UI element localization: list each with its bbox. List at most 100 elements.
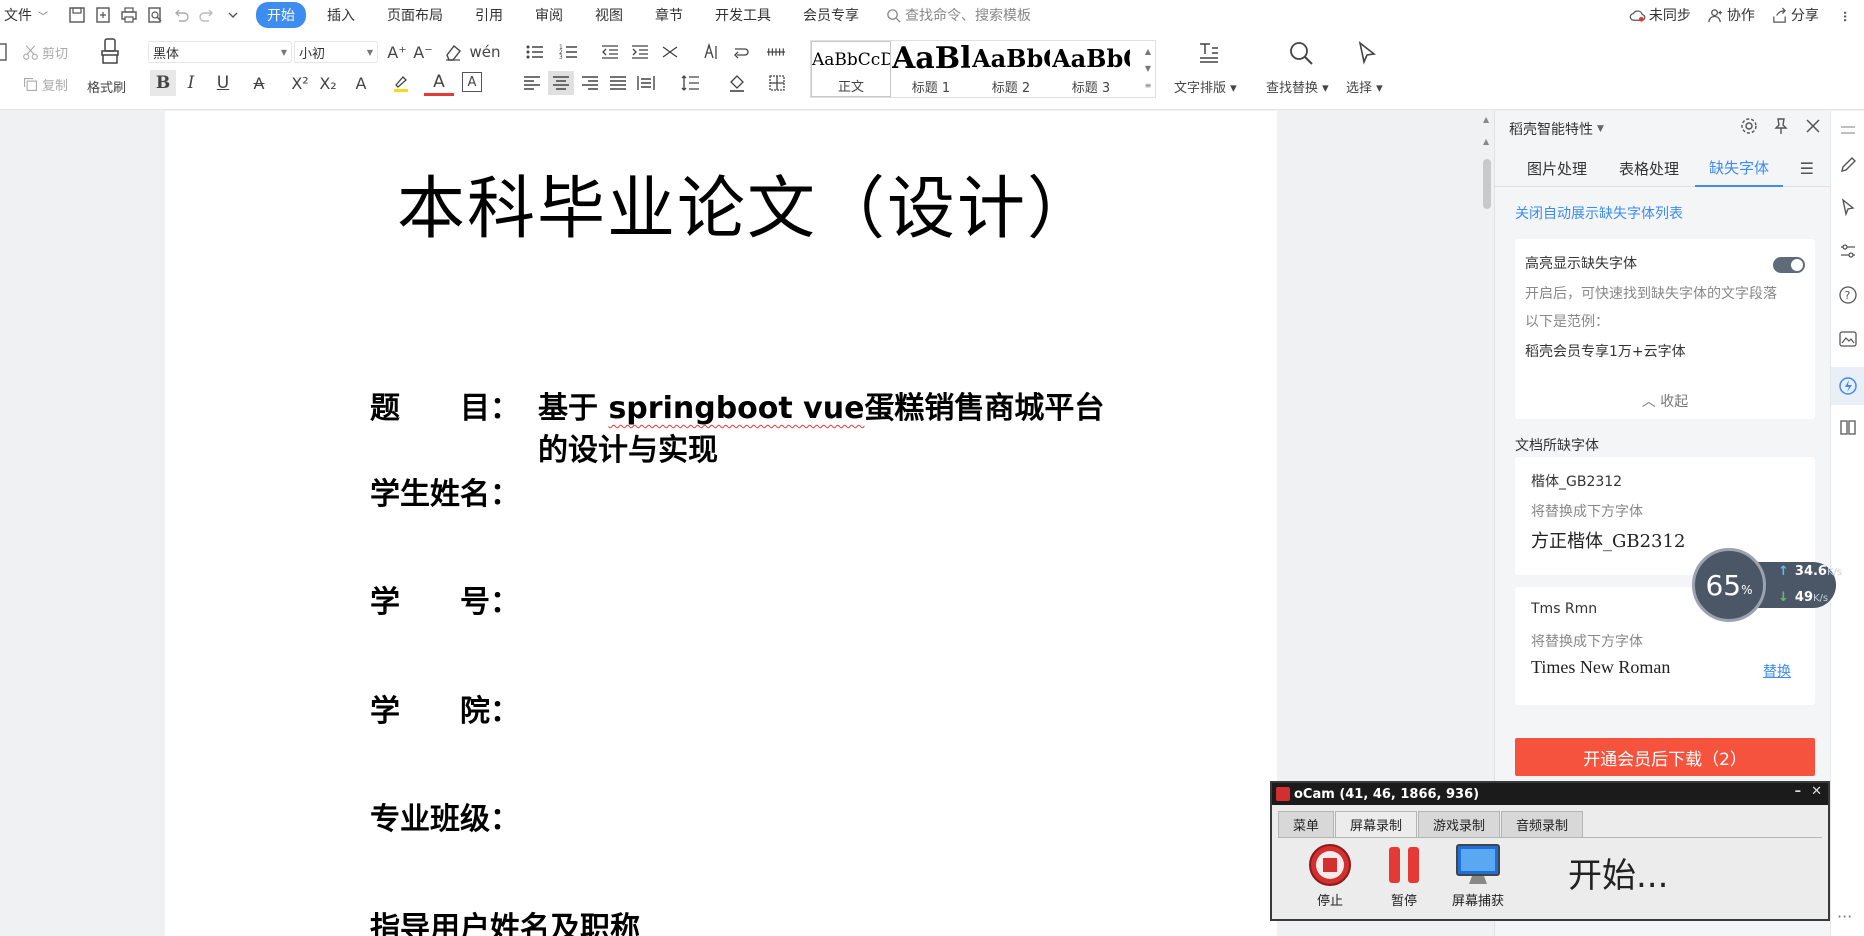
close-icon[interactable]: ✕ xyxy=(1811,784,1822,799)
tab-references[interactable]: 引用 xyxy=(464,2,514,28)
bold-icon[interactable]: B xyxy=(150,70,176,96)
chevron-up-icon[interactable]: ▲ xyxy=(1145,43,1151,60)
command-search[interactable]: 查找命令、搜索模板 xyxy=(886,5,1031,25)
italic-icon[interactable]: I xyxy=(180,70,202,96)
scrollbar-thumb[interactable] xyxy=(1483,159,1491,209)
save-icon[interactable] xyxy=(68,6,86,24)
minimize-icon[interactable]: – xyxy=(1795,784,1802,799)
select-button[interactable]: 选择 ▾ xyxy=(1346,77,1383,96)
style-normal[interactable]: AaBbCcDd 正文 xyxy=(811,41,891,97)
cut-button[interactable]: 剪切 xyxy=(22,42,68,62)
paste-icon[interactable] xyxy=(0,42,10,62)
pause-button[interactable]: 暂停 xyxy=(1374,842,1434,909)
scroll-up-icon[interactable]: ▲ xyxy=(1483,137,1489,146)
bullet-list-icon[interactable] xyxy=(522,42,548,62)
ruler-icon[interactable] xyxy=(764,42,788,62)
eraser-icon[interactable] xyxy=(442,42,464,62)
collapse-button[interactable]: ︿ 收起 xyxy=(1515,391,1815,411)
scroll-up-icon[interactable]: ▲ xyxy=(1483,115,1489,124)
more-icon[interactable]: ··· xyxy=(1837,907,1852,926)
font-size-select[interactable]: 小初 ▼ xyxy=(294,41,378,63)
shrink-font-icon[interactable]: A⁻ xyxy=(412,42,434,62)
tab-home[interactable]: 开始 xyxy=(256,2,306,28)
sliders-icon[interactable] xyxy=(1838,241,1858,261)
subscript-icon[interactable]: X₂ xyxy=(316,70,340,96)
numbered-list-icon[interactable]: 123 xyxy=(556,42,582,62)
font-name-select[interactable]: 黑体 ▼ xyxy=(148,41,292,63)
document-page[interactable]: 本科毕业论文（设计） 题 目： 基于 springboot vue蛋糕销售商城平台… xyxy=(165,111,1277,936)
print-preview-icon[interactable] xyxy=(146,6,164,24)
sync-button[interactable]: 未同步 xyxy=(1629,5,1691,25)
style-heading-2[interactable]: AaBbC 标题 2 xyxy=(971,41,1051,97)
network-speed-widget[interactable]: 65% ↑ 34.6K/s ↓ 49K/s xyxy=(1692,548,1842,622)
stop-button[interactable]: 停止 xyxy=(1300,842,1360,909)
style-heading-1[interactable]: AaBl 标题 1 xyxy=(891,41,971,97)
close-icon[interactable] xyxy=(1804,117,1822,135)
style-heading-3[interactable]: AaBbC 标题 3 xyxy=(1051,41,1131,97)
chevron-down-icon[interactable]: ▼ xyxy=(1145,60,1151,77)
ocam-tab-audio-record[interactable]: 音频录制 xyxy=(1501,811,1584,837)
sort-icon[interactable] xyxy=(698,42,722,62)
menu-icon[interactable]: ☰ xyxy=(1800,159,1814,178)
text-layout-button[interactable]: 文字排版 ▾ xyxy=(1174,77,1237,96)
collaborate-button[interactable]: 协作 xyxy=(1707,5,1755,25)
tab-table-processing[interactable]: 表格处理 xyxy=(1619,151,1679,187)
borders-icon[interactable] xyxy=(762,72,792,94)
grow-font-icon[interactable]: A⁺ xyxy=(386,42,408,62)
align-right-icon[interactable] xyxy=(578,72,602,94)
underline-icon[interactable]: U xyxy=(208,70,238,96)
edit-icon[interactable] xyxy=(1838,155,1858,175)
screen-capture-button[interactable]: 屏幕捕获 xyxy=(1448,842,1508,909)
tab-missing-fonts[interactable]: 缺失字体 xyxy=(1695,151,1784,187)
undo-icon[interactable] xyxy=(172,6,190,24)
highlight-icon[interactable] xyxy=(386,70,416,96)
increase-indent-icon[interactable] xyxy=(628,42,652,62)
justify-icon[interactable] xyxy=(606,72,630,94)
copy-button[interactable]: 复制 xyxy=(22,74,68,94)
align-left-icon[interactable] xyxy=(520,72,544,94)
menu-icon[interactable] xyxy=(1838,121,1858,141)
ocam-titlebar[interactable]: oCam (41, 46, 1866, 936) – ✕ xyxy=(1272,783,1828,805)
find-replace-button[interactable]: 查找替换 ▾ xyxy=(1266,77,1329,96)
tab-chapter[interactable]: 章节 xyxy=(644,2,694,28)
print-icon[interactable] xyxy=(120,6,138,24)
strikethrough-icon[interactable]: A xyxy=(244,70,274,96)
line-spacing-icon[interactable] xyxy=(674,72,706,94)
ocam-tab-screen-record[interactable]: 屏幕录制 xyxy=(1335,811,1418,837)
pin-icon[interactable] xyxy=(1772,117,1790,135)
chinese-layout-icon[interactable] xyxy=(656,42,684,62)
book-icon[interactable] xyxy=(1838,417,1858,437)
export-pdf-icon[interactable] xyxy=(94,6,112,24)
highlight-toggle[interactable] xyxy=(1773,257,1805,273)
shading-icon[interactable] xyxy=(722,72,752,94)
help-icon[interactable]: ? xyxy=(1838,285,1858,305)
tab-page-layout[interactable]: 页面布局 xyxy=(376,2,454,28)
tab-developer[interactable]: 开发工具 xyxy=(704,2,782,28)
expand-icon[interactable]: ≡ xyxy=(1145,77,1152,94)
more-icon[interactable]: ··· xyxy=(1834,9,1855,20)
ocam-tab-game-record[interactable]: 游戏录制 xyxy=(1418,811,1501,837)
font-color-icon[interactable]: A xyxy=(424,70,454,96)
pinyin-guide-icon[interactable]: wén xyxy=(470,42,501,62)
share-button[interactable]: 分享 xyxy=(1771,5,1819,25)
replace-button[interactable]: 替换 xyxy=(1763,661,1791,681)
char-border-icon[interactable]: A xyxy=(462,72,482,92)
cursor-icon[interactable] xyxy=(1838,197,1858,217)
tab-image-processing[interactable]: 图片处理 xyxy=(1527,151,1587,187)
tab-member[interactable]: 会员专享 xyxy=(792,2,870,28)
tab-insert[interactable]: 插入 xyxy=(316,2,366,28)
close-auto-show-link[interactable]: 关闭自动展示缺失字体列表 xyxy=(1515,203,1683,223)
distribute-icon[interactable] xyxy=(634,72,658,94)
image-tools-icon[interactable] xyxy=(1838,329,1858,349)
show-marks-icon[interactable] xyxy=(726,42,756,62)
superscript-icon[interactable]: X² xyxy=(288,70,312,96)
tab-review[interactable]: 审阅 xyxy=(524,2,574,28)
ocam-tab-menu[interactable]: 菜单 xyxy=(1278,811,1335,837)
redo-icon[interactable] xyxy=(198,6,216,24)
smart-features-icon[interactable] xyxy=(1831,367,1864,405)
file-menu[interactable]: 文件 ﹀ xyxy=(0,5,54,25)
customize-toolbar-icon[interactable] xyxy=(224,6,242,24)
decrease-indent-icon[interactable] xyxy=(598,42,622,62)
panel-title-dropdown[interactable]: 稻壳智能特性 ▼ xyxy=(1509,119,1604,139)
text-effect-icon[interactable]: A xyxy=(346,70,376,96)
